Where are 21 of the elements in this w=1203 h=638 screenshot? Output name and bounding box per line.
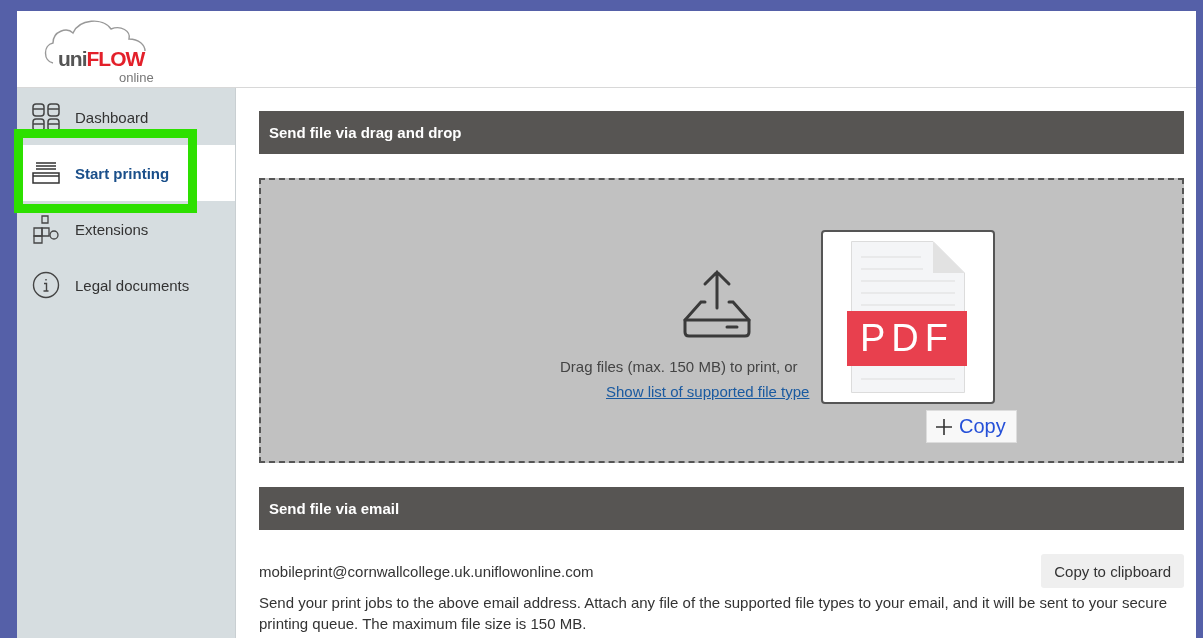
- section-title: Send file via email: [269, 500, 400, 517]
- file-types-link[interactable]: Show list of supported file type: [261, 383, 810, 400]
- info-icon: [32, 271, 60, 299]
- logo-text: FLOW: [86, 47, 145, 71]
- cubes-icon: [31, 214, 61, 244]
- sidebar-item[interactable]: Legal documents: [17, 257, 235, 313]
- drop-instruction: Drag files (max. 150 MB) to print, or: [559, 358, 798, 375]
- grid-icon: [31, 102, 61, 132]
- copy-label: Copy: [959, 415, 1006, 438]
- section-title: Send file via drag and drop: [269, 124, 462, 141]
- sidebar-item[interactable]: Extensions: [17, 201, 235, 257]
- logo-subtitle: online: [119, 70, 154, 85]
- email-address: mobileprint@cornwallcollege.uk.uniflowonline.com: [259, 562, 594, 580]
- description-text: Send your print jobs to the above email address. Attach any file of the supported file types to your email, and it will be sent to your secure printing queue. The maximum file size is 150 MB.: [259, 593, 1168, 634]
- printer-tray-icon: [31, 161, 61, 185]
- logo-text: uni: [58, 47, 87, 71]
- copy-to-clipboard-button[interactable]: Copy to clipboard: [1041, 554, 1184, 588]
- sidebar-item[interactable]: Dashboard: [17, 89, 235, 145]
- pdf-badge: PDF: [847, 311, 967, 366]
- plus-icon: [935, 417, 953, 436]
- drop-zone[interactable]: Drag files (max. 150 MB) to print, or Show list of supported file type PDF Copy: [259, 178, 1184, 463]
